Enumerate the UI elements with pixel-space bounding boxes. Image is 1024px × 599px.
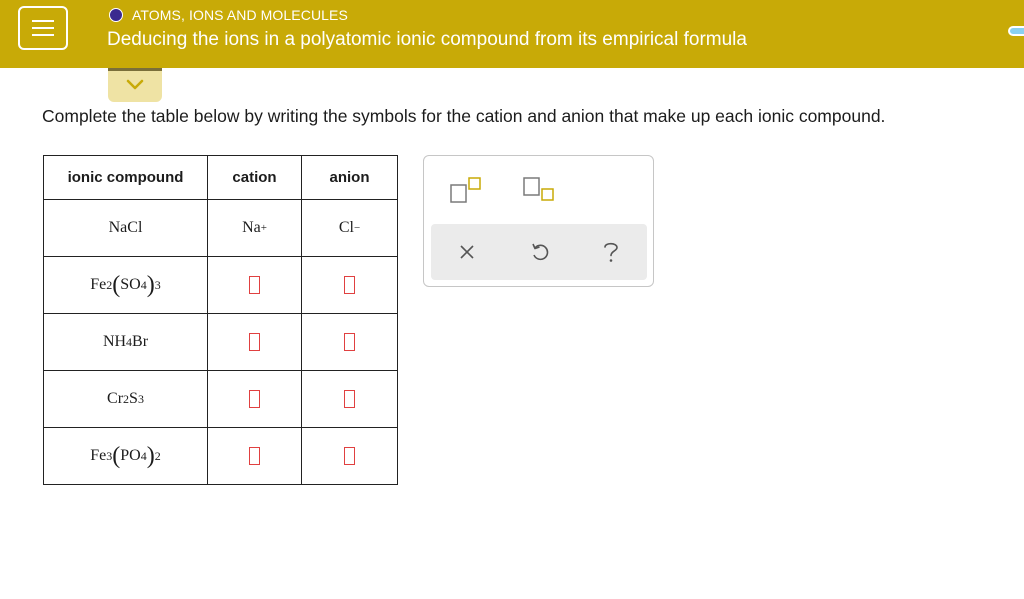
anion-input[interactable] <box>344 447 355 466</box>
cation-cell: Na + <box>207 199 302 257</box>
instruction-text: Complete the table below by writing the … <box>42 106 886 126</box>
header-ionic-compound: ionic compound <box>43 155 208 200</box>
compound-formula: NaCl <box>108 219 143 236</box>
page-title: Deducing the ions in a polyatomic ionic … <box>107 29 747 50</box>
anion-cell <box>301 370 398 428</box>
action-bar <box>431 224 647 280</box>
header-anion: anion <box>301 155 398 200</box>
cation-input[interactable] <box>249 390 260 409</box>
anion-cell <box>301 313 398 371</box>
anion-cell <box>301 427 398 485</box>
compound-cell: Fe 2 (SO 4) 3 <box>43 256 208 314</box>
table-row: Cr 2 S 3 <box>43 370 398 428</box>
ions-table: ionic compound cation anion NaCl Na + Cl − <box>43 155 398 485</box>
cation-input[interactable] <box>249 447 260 466</box>
compound-cell: NaCl <box>43 199 208 257</box>
cation-answer: Na + <box>242 219 267 236</box>
help-button[interactable] <box>597 238 625 266</box>
anion-input[interactable] <box>344 276 355 295</box>
cation-input[interactable] <box>249 333 260 352</box>
side-panel-toggle[interactable] <box>1008 26 1024 36</box>
header-bar: ATOMS, IONS AND MOLECULES Deducing the i… <box>0 0 1024 68</box>
answer-tools-panel <box>423 155 654 287</box>
compound-formula: Fe 2 (SO 4) 3 <box>90 272 161 298</box>
header-cation: cation <box>207 155 302 200</box>
anion-answer: Cl − <box>338 219 361 236</box>
anion-input[interactable] <box>344 333 355 352</box>
subscript-tool-button[interactable] <box>522 176 558 204</box>
subscript-box-icon <box>523 177 554 201</box>
table-row: Fe 2 (SO 4) 3 <box>43 256 398 314</box>
cation-cell <box>207 427 302 485</box>
compound-cell: NH 4 Br <box>43 313 208 371</box>
table-header-row: ionic compound cation anion <box>43 155 398 200</box>
compound-formula: Fe 3 (PO 4) 2 <box>90 443 161 469</box>
table-row: NaCl Na + Cl − <box>43 199 398 257</box>
cation-input[interactable] <box>249 276 260 295</box>
anion-cell: Cl − <box>301 199 398 257</box>
compound-cell: Cr 2 S 3 <box>43 370 208 428</box>
superscript-tool-button[interactable] <box>449 176 485 204</box>
undo-icon <box>532 243 549 261</box>
cation-cell <box>207 256 302 314</box>
anion-input[interactable] <box>344 390 355 409</box>
topic-label: ATOMS, IONS AND MOLECULES <box>132 7 348 23</box>
x-icon <box>460 245 474 259</box>
topic-status-icon <box>109 8 123 22</box>
cation-cell <box>207 370 302 428</box>
compound-formula: NH 4 Br <box>102 333 149 350</box>
anion-cell <box>301 256 398 314</box>
menu-button[interactable] <box>18 6 68 50</box>
superscript-box-icon <box>450 177 481 203</box>
compound-cell: Fe 3 (PO 4) 2 <box>43 427 208 485</box>
cation-cell <box>207 313 302 371</box>
table-row: NH 4 Br <box>43 313 398 371</box>
undo-button[interactable] <box>526 238 554 266</box>
compound-formula: Cr 2 S 3 <box>107 390 144 407</box>
hamburger-menu-icon <box>32 20 54 22</box>
question-mark-icon <box>604 242 618 262</box>
table-row: Fe 3 (PO 4) 2 <box>43 427 398 485</box>
clear-button[interactable] <box>453 238 481 266</box>
chevron-down-icon <box>126 79 144 90</box>
expand-header-button[interactable] <box>108 68 162 102</box>
